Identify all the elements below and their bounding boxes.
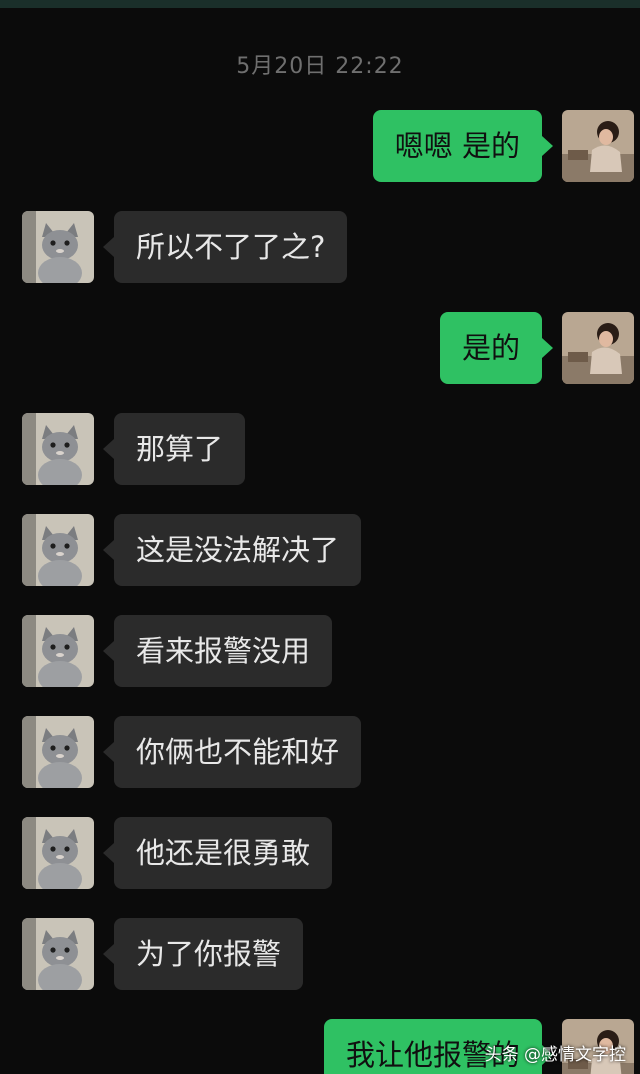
message-bubble-received[interactable]: 他还是很勇敢 [102, 817, 333, 889]
message-bubble-received[interactable]: 这是没法解决了 [102, 514, 362, 586]
gray-cat-avatar-icon[interactable] [22, 918, 94, 990]
message-bubble-received[interactable]: 你俩也不能和好 [102, 716, 362, 788]
message-bubble-received[interactable]: 那算了 [102, 413, 246, 485]
gray-cat-avatar-icon[interactable] [22, 817, 94, 889]
gray-cat-avatar-icon[interactable] [22, 615, 94, 687]
message-row-received: 这是没法解决了 [0, 514, 640, 586]
message-bubble-received[interactable]: 看来报警没用 [102, 615, 333, 687]
gray-cat-avatar-icon[interactable] [22, 211, 94, 283]
message-bubble-sent[interactable]: 是的 [439, 312, 554, 384]
message-row-received: 你俩也不能和好 [0, 716, 640, 788]
top-status-strip [0, 0, 640, 8]
message-row-received: 那算了 [0, 413, 640, 485]
gray-cat-avatar-icon[interactable] [22, 413, 94, 485]
woman-photo-avatar-icon[interactable] [562, 110, 634, 182]
message-row-received: 为了你报警 [0, 918, 640, 990]
gray-cat-avatar-icon[interactable] [22, 716, 94, 788]
message-bubble-received[interactable]: 所以不了了之? [102, 211, 348, 283]
message-row-received: 所以不了了之? [0, 211, 640, 283]
message-row-sent: 嗯嗯 是的 [0, 110, 640, 182]
message-row-sent: 是的 [0, 312, 640, 384]
gray-cat-avatar-icon[interactable] [22, 514, 94, 586]
message-bubble-sent[interactable]: 嗯嗯 是的 [372, 110, 554, 182]
chat-timestamp: 5月20日 22:22 [236, 54, 404, 79]
message-row-received: 看来报警没用 [0, 615, 640, 687]
message-row-received: 他还是很勇敢 [0, 817, 640, 889]
message-bubble-received[interactable]: 为了你报警 [102, 918, 304, 990]
watermark: 头条 @感情文字控 [484, 1045, 626, 1065]
woman-photo-avatar-icon[interactable] [562, 312, 634, 384]
